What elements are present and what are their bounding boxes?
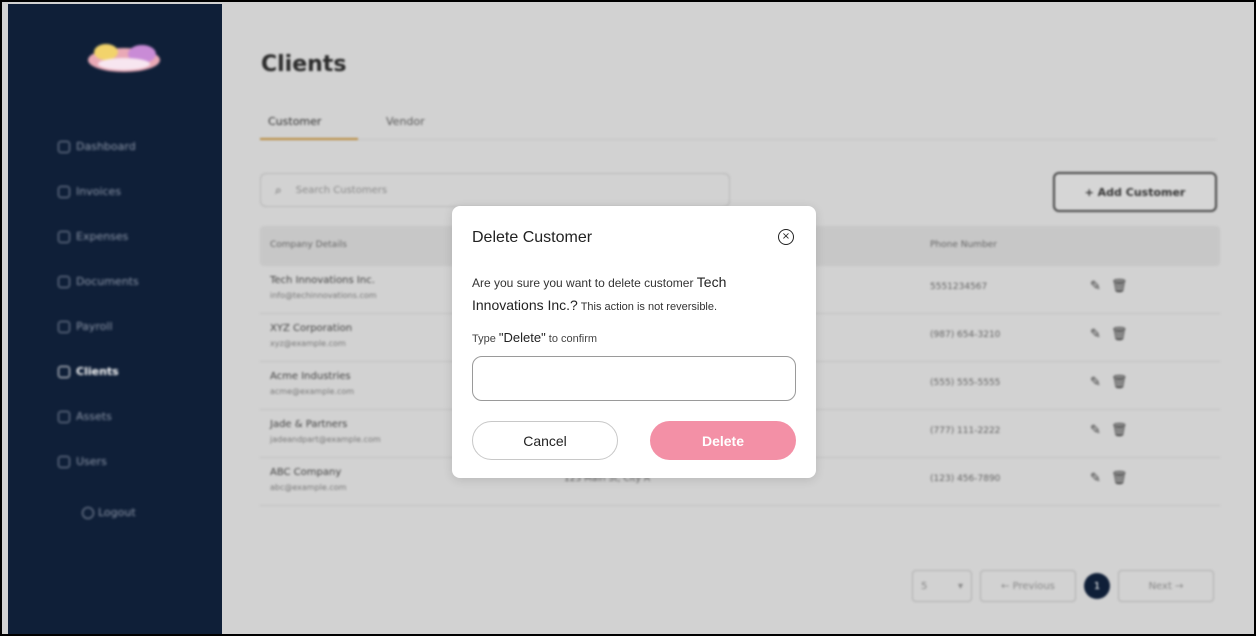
logout-button[interactable]: Logout [8, 490, 222, 535]
message-suffix: This action is not reversible. [577, 301, 718, 313]
message-prefix: Are you sure you want to delete customer [472, 276, 697, 290]
sidebar-nav: Dashboard Invoices Expenses Documents Pa… [8, 124, 222, 535]
company-phone: 5551234567 [930, 282, 988, 292]
sidebar-item-label: Documents [76, 275, 139, 288]
trash-icon[interactable]: 🗑︎ [1111, 279, 1138, 294]
sidebar-item-assets[interactable]: Assets [8, 394, 222, 439]
expenses-icon [58, 230, 70, 243]
trash-icon[interactable]: 🗑︎ [1111, 327, 1138, 342]
page-size-select[interactable]: 5 ▾ [912, 570, 972, 602]
sidebar-item-documents[interactable]: Documents [8, 259, 222, 304]
sidebar-item-label: Dashboard [76, 140, 136, 153]
company-name: XYZ Corporation [270, 323, 353, 334]
confirm-instruction: Type "Delete" to confirm [472, 330, 597, 345]
sidebar-item-label: Users [76, 455, 107, 468]
logout-icon [82, 506, 94, 519]
company-email: abc@example.com [270, 483, 347, 492]
previous-page-button[interactable]: ← Previous [980, 570, 1076, 602]
tab-bar: Customer Vendor [260, 112, 1216, 140]
company-email: xyz@example.com [270, 339, 346, 348]
search-box[interactable]: ⌕ Search Customers [260, 173, 730, 207]
tab-vendor[interactable]: Vendor [386, 115, 425, 128]
instruction-suffix: to confirm [545, 333, 598, 345]
delete-customer-dialog: Delete Customer × Are you sure you want … [452, 206, 816, 478]
add-customer-button[interactable]: + Add Customer [1053, 172, 1217, 212]
row-actions: ✎🗑︎ [1090, 279, 1137, 294]
sidebar-item-label: Expenses [76, 230, 129, 243]
page-title: Clients [261, 52, 347, 77]
sidebar-item-payroll[interactable]: Payroll [8, 304, 222, 349]
current-page-indicator[interactable]: 1 [1084, 573, 1110, 599]
sidebar-item-dashboard[interactable]: Dashboard [8, 124, 222, 169]
invoice-icon [58, 185, 70, 198]
sidebar-item-invoices[interactable]: Invoices [8, 169, 222, 214]
document-icon [58, 275, 70, 288]
cancel-button[interactable]: Cancel [472, 421, 618, 460]
sidebar: Dashboard Invoices Expenses Documents Pa… [8, 4, 222, 600]
app-window: Dashboard Invoices Expenses Documents Pa… [0, 0, 1256, 636]
row-actions: ✎🗑︎ [1090, 423, 1137, 438]
column-header-phone: Phone Number [930, 240, 997, 250]
edit-icon[interactable]: ✎ [1090, 327, 1111, 342]
trash-icon[interactable]: 🗑︎ [1111, 375, 1138, 390]
edit-icon[interactable]: ✎ [1090, 279, 1111, 294]
confirm-keyword: "Delete" [498, 330, 546, 345]
row-actions: ✎🗑︎ [1090, 375, 1137, 390]
dialog-message: Are you sure you want to delete customer… [472, 271, 782, 318]
delete-button[interactable]: Delete [650, 421, 796, 460]
sidebar-item-users[interactable]: Users [8, 439, 222, 484]
active-tab-indicator [260, 138, 358, 140]
company-name: ABC Company [270, 467, 342, 478]
company-phone: (987) 654-3210 [930, 330, 1001, 340]
search-input[interactable]: Search Customers [296, 185, 387, 196]
sidebar-item-label: Payroll [76, 320, 113, 333]
sidebar-item-expenses[interactable]: Expenses [8, 214, 222, 259]
delete-confirm-input[interactable] [472, 356, 796, 401]
company-name: Tech Innovations Inc. [270, 275, 375, 286]
page-size-value: 5 [921, 580, 928, 592]
close-icon[interactable]: × [778, 229, 794, 245]
next-page-button[interactable]: Next → [1118, 570, 1214, 602]
company-name: Jade & Partners [270, 419, 348, 430]
sidebar-item-label: Assets [76, 410, 112, 423]
company-email: acme@example.com [270, 387, 355, 396]
edit-icon[interactable]: ✎ [1090, 471, 1111, 486]
home-icon [58, 140, 70, 153]
instruction-prefix: Type [472, 333, 499, 345]
chevron-down-icon: ▾ [957, 580, 963, 592]
clients-icon [58, 365, 70, 378]
trash-icon[interactable]: 🗑︎ [1111, 423, 1138, 438]
logout-label: Logout [98, 506, 136, 519]
company-email: jadeandpart@example.com [270, 435, 381, 444]
company-logo [88, 44, 160, 72]
sidebar-item-label: Clients [76, 365, 119, 378]
column-header-company: Company Details [270, 240, 347, 250]
dialog-title: Delete Customer [472, 229, 593, 246]
company-phone: (555) 555-5555 [930, 378, 1001, 388]
tab-customer[interactable]: Customer [268, 115, 321, 128]
sidebar-item-clients[interactable]: Clients [8, 349, 222, 394]
company-phone: (123) 456-7890 [930, 474, 1001, 484]
sidebar-footer [8, 600, 222, 634]
assets-icon [58, 410, 70, 423]
row-actions: ✎🗑︎ [1090, 327, 1137, 342]
company-phone: (777) 111-2222 [930, 426, 1001, 436]
users-icon [58, 455, 70, 468]
edit-icon[interactable]: ✎ [1090, 423, 1111, 438]
row-actions: ✎🗑︎ [1090, 471, 1137, 486]
payroll-icon [58, 320, 70, 333]
pagination: 5 ▾ ← Previous 1 Next → [912, 570, 1214, 602]
edit-icon[interactable]: ✎ [1090, 375, 1111, 390]
company-email: info@techinnovations.com [270, 291, 377, 300]
search-icon: ⌕ [275, 182, 282, 197]
sidebar-item-label: Invoices [76, 185, 122, 198]
company-name: Acme Industries [270, 371, 351, 382]
trash-icon[interactable]: 🗑︎ [1111, 471, 1138, 486]
